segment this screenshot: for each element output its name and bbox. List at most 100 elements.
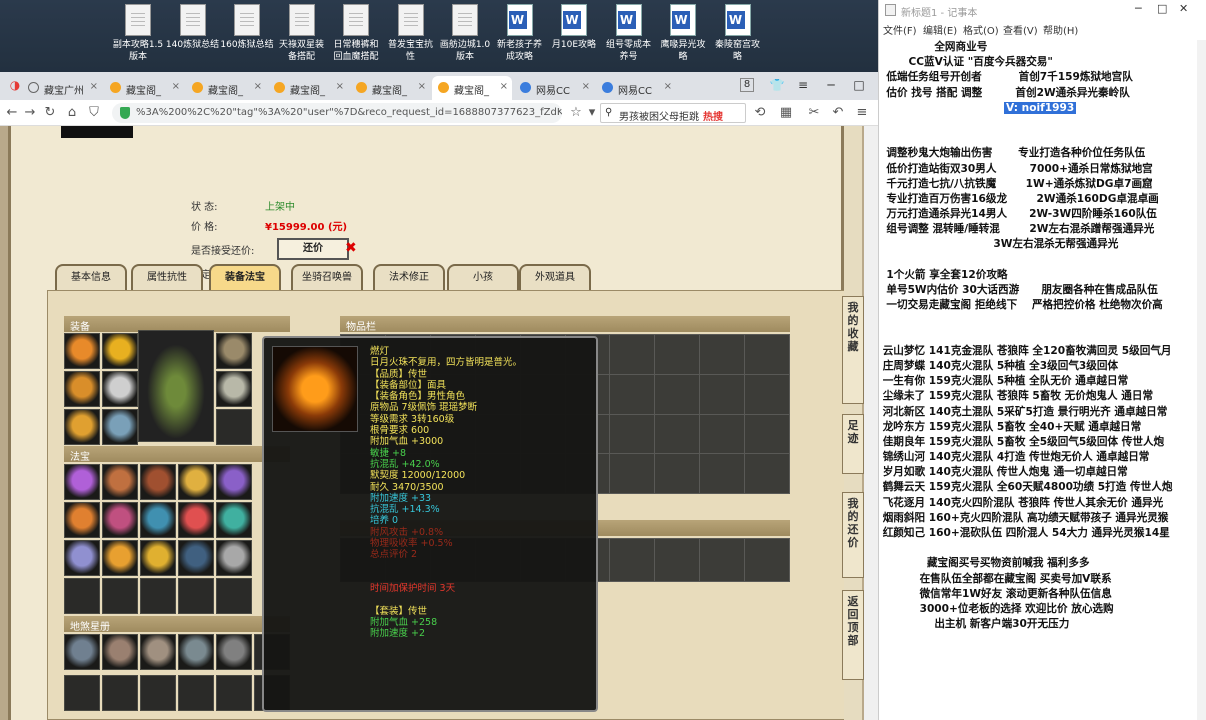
inventory-slot[interactable]	[610, 374, 655, 414]
minimize-icon[interactable]: ─	[1135, 2, 1142, 15]
dropdown-icon[interactable]: ▾	[582, 103, 602, 123]
desktop-icon[interactable]: 月10E攻略	[546, 4, 602, 51]
inventory-slot[interactable]	[610, 454, 655, 493]
empty-slot[interactable]	[140, 675, 176, 711]
inventory-slot[interactable]	[745, 374, 789, 414]
tab-3[interactable]: 坐骑召唤兽	[291, 264, 363, 290]
inventory-slot[interactable]	[610, 539, 655, 581]
maximize-icon[interactable]: □	[1157, 2, 1167, 15]
browser-tab[interactable]: 藏宝阁_ ×	[268, 76, 348, 100]
item-slot[interactable]	[64, 371, 100, 407]
inventory-slot[interactable]	[745, 414, 789, 454]
empty-slot[interactable]	[216, 409, 252, 445]
item-slot[interactable]	[102, 409, 138, 445]
menu-icon[interactable]: ≡	[792, 74, 814, 96]
notepad-menu-item[interactable]: 格式(O)	[963, 22, 999, 37]
grid-icon[interactable]: ▦	[776, 103, 796, 123]
inventory-slot[interactable]	[655, 374, 700, 414]
tab-close-icon[interactable]: ×	[582, 81, 590, 92]
bargain-button[interactable]: 还价	[277, 238, 349, 260]
home-icon[interactable]: ⌂	[62, 103, 82, 123]
notepad-menu-item[interactable]: 帮助(H)	[1043, 22, 1078, 37]
page-scrollbar[interactable]	[864, 126, 878, 720]
tab-close-icon[interactable]: ×	[254, 81, 262, 92]
browser-tab[interactable]: 网易CC ×	[596, 76, 676, 100]
tab-count-badge[interactable]: 8	[740, 78, 754, 92]
more-icon[interactable]: ≡	[852, 103, 872, 123]
desktop-icon[interactable]: 日常穗裤和 回血魔搭配	[328, 4, 384, 63]
side-button-0[interactable]: 我 的 收 藏	[842, 296, 864, 404]
desktop-icon[interactable]: 组号零成本 养号	[601, 4, 657, 63]
cut-icon[interactable]: ✂	[804, 103, 824, 123]
item-slot[interactable]	[102, 333, 138, 369]
desktop-icon[interactable]: 140炼狱总结	[165, 4, 221, 51]
browser-tab[interactable]: 藏宝阁_ ×	[186, 76, 266, 100]
item-slot[interactable]	[178, 464, 214, 500]
item-slot[interactable]	[102, 464, 138, 500]
tab-6[interactable]: 外观道具	[519, 264, 591, 290]
minimize-icon[interactable]: ─	[820, 74, 842, 96]
refresh-ext-icon[interactable]: ⟲	[750, 103, 770, 123]
desktop-icon[interactable]: 天祿双星装 备搭配	[274, 4, 330, 63]
empty-slot[interactable]	[64, 578, 100, 614]
item-slot[interactable]	[216, 371, 252, 407]
desktop-icon[interactable]: 新老孩子养 成攻略	[492, 4, 548, 63]
inventory-slot[interactable]	[745, 335, 789, 374]
back-icon[interactable]: ←	[2, 103, 22, 123]
inventory-slot[interactable]	[655, 414, 700, 454]
tab-2[interactable]: 装备法宝	[209, 264, 281, 290]
notepad-scrollbar[interactable]	[1197, 40, 1206, 720]
browser-tab[interactable]: 藏宝阁_ ×	[350, 76, 430, 100]
inventory-slot[interactable]	[700, 374, 745, 414]
item-slot[interactable]	[102, 540, 138, 576]
desktop-icon[interactable]: 画舫边城1.0 版本	[437, 4, 493, 63]
item-slot[interactable]	[178, 502, 214, 538]
desktop-icon[interactable]: 鹰喙异光攻 略	[655, 4, 711, 63]
item-slot[interactable]	[216, 502, 252, 538]
inventory-slot[interactable]	[745, 454, 789, 493]
notepad-menu-item[interactable]: 查看(V)	[1003, 22, 1038, 37]
close-icon[interactable]: ✕	[1179, 2, 1188, 15]
browser-tab[interactable]: 藏宝广州 ×	[22, 76, 102, 100]
shirt-icon[interactable]: 👕	[766, 74, 788, 96]
empty-slot[interactable]	[140, 578, 176, 614]
notepad-text[interactable]: 全网商业号 CC蓝V认证 "百度今兵器交易" 低端任务组号开创者 首创7千159…	[879, 40, 1197, 632]
desktop-icon[interactable]: 160炼狱总结	[219, 4, 275, 51]
inventory-slot[interactable]	[700, 414, 745, 454]
empty-slot[interactable]	[102, 578, 138, 614]
tab-5[interactable]: 小孩	[447, 264, 519, 290]
item-slot[interactable]	[178, 634, 214, 670]
search-box[interactable]: ⚲ 男孩被困父母拒跳 热搜	[600, 103, 746, 123]
tab-close-icon[interactable]: ×	[336, 81, 344, 92]
tab-0[interactable]: 基本信息	[55, 264, 127, 290]
side-button-2[interactable]: 我 的 还 价	[842, 492, 864, 578]
desktop-icon[interactable]: 副本攻略1.5 版本	[110, 4, 166, 63]
desktop-icon[interactable]: 普发宝宝抗 性	[383, 4, 439, 63]
inventory-slot[interactable]	[700, 539, 745, 581]
inventory-slot[interactable]	[655, 335, 700, 374]
inventory-slot[interactable]	[655, 539, 700, 581]
address-bar[interactable]: %3A%200%2C%20"tag"%3A%20"user"%7D&reco_r…	[112, 103, 562, 123]
forward-icon[interactable]: →	[20, 103, 40, 123]
browser-tab[interactable]: 藏宝阁_ ×	[104, 76, 184, 100]
inventory-slot[interactable]	[610, 335, 655, 374]
selected-text[interactable]: V: noif1993	[1004, 101, 1077, 114]
item-slot[interactable]	[216, 634, 252, 670]
item-slot[interactable]	[64, 634, 100, 670]
notepad-menu-item[interactable]: 文件(F)	[883, 22, 917, 37]
empty-slot[interactable]	[64, 675, 100, 711]
item-slot[interactable]	[178, 540, 214, 576]
bookmark-icon[interactable]: ⛉	[84, 103, 104, 123]
empty-slot[interactable]	[178, 578, 214, 614]
side-button-1[interactable]: 足 迹	[842, 414, 864, 474]
item-slot[interactable]	[102, 634, 138, 670]
item-slot[interactable]	[216, 540, 252, 576]
undo-icon[interactable]: ↶	[828, 103, 848, 123]
inventory-slot[interactable]	[700, 335, 745, 374]
item-slot[interactable]	[64, 540, 100, 576]
item-slot[interactable]	[64, 333, 100, 369]
empty-slot[interactable]	[216, 675, 252, 711]
inventory-slot[interactable]	[700, 454, 745, 493]
browser-tab[interactable]: 藏宝阁_ ×	[432, 76, 512, 100]
item-slot[interactable]	[140, 634, 176, 670]
